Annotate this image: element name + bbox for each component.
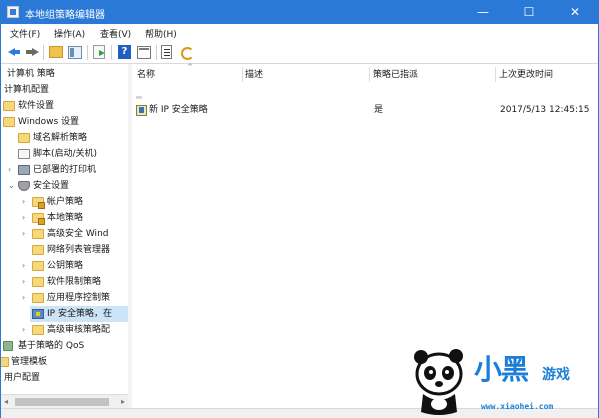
chevron-right-icon[interactable]: › [22, 290, 25, 306]
folder-icon [32, 261, 44, 271]
folder-icon [3, 101, 15, 111]
toolbar-separator [156, 45, 157, 60]
window-title: 本地组策略编辑器 [25, 10, 105, 21]
app-icon [7, 6, 19, 18]
folder-icon [32, 293, 44, 303]
folder-icon [32, 325, 44, 335]
up-folder-icon[interactable] [49, 46, 63, 58]
chevron-right-icon[interactable]: › [22, 274, 25, 290]
column-header-name[interactable]: 名称 [137, 64, 155, 84]
ip-security-icon [32, 309, 44, 319]
forward-arrow-icon[interactable] [24, 44, 40, 60]
site-watermark: 小黑 游戏 www.xiaohei.com [407, 344, 599, 418]
menu-action[interactable]: 操作(A) [54, 27, 85, 40]
policy-name: 新 IP 安全策略 [149, 105, 208, 115]
properties-icon[interactable] [137, 46, 151, 59]
printer-icon [18, 165, 30, 175]
menu-help[interactable]: 帮助(H) [145, 27, 177, 40]
panda-mascot-icon [414, 349, 463, 415]
toolbar-separator [111, 45, 112, 60]
chevron-right-icon[interactable]: › [22, 210, 25, 226]
table-row[interactable]: 新 IP 安全策略 是 2017/5/13 12:45:15 [132, 102, 598, 118]
back-arrow-icon[interactable] [6, 44, 22, 60]
tree-horizontal-scrollbar[interactable]: ◂ ▸ [1, 394, 128, 409]
column-header-last-modified[interactable]: 上次更改时间 [499, 64, 553, 84]
title-bar[interactable]: 本地组策略编辑器 — ☐ ✕ [1, 1, 598, 24]
qos-chart-icon [3, 341, 13, 351]
policy-folder-icon [32, 197, 45, 209]
folder-icon [3, 117, 15, 127]
folder-icon [32, 277, 44, 287]
row-indicator [136, 96, 142, 99]
column-divider[interactable] [242, 67, 243, 82]
close-button[interactable]: ✕ [552, 1, 598, 24]
chevron-right-icon[interactable]: › [22, 226, 25, 242]
toolbar: ? [1, 41, 598, 64]
watermark-url: www.xiaohei.com [481, 402, 554, 411]
menu-file[interactable]: 文件(F) [10, 27, 40, 40]
tree-item-ip-security-policies[interactable]: IP 安全策略，在 [30, 306, 128, 322]
toolbar-separator [87, 45, 88, 60]
minimize-button[interactable]: — [460, 1, 506, 24]
watermark-brand-sub: 游戏 [542, 367, 570, 383]
column-divider[interactable] [495, 67, 496, 82]
show-hide-tree-icon[interactable] [68, 46, 82, 59]
scrollbar-thumb[interactable] [15, 398, 109, 406]
column-header-description[interactable]: 描述 [245, 64, 263, 84]
folder-icon [18, 133, 30, 143]
policy-last-modified: 2017/5/13 12:45:15 [500, 105, 590, 115]
refresh-icon[interactable] [180, 45, 194, 60]
chevron-right-icon[interactable]: › [8, 162, 11, 178]
ip-security-policy-icon [136, 105, 147, 116]
scroll-right-icon[interactable]: ▸ [121, 397, 125, 406]
column-header-assigned[interactable]: 策略已指派 [373, 64, 418, 84]
export-list-icon[interactable] [93, 45, 105, 59]
help-icon[interactable]: ? [118, 45, 131, 59]
security-shield-icon [18, 181, 30, 191]
filter-icon[interactable] [161, 45, 172, 59]
chevron-right-icon[interactable]: › [22, 194, 25, 210]
policy-folder-icon [32, 213, 45, 225]
folder-icon [32, 229, 44, 239]
scroll-left-icon[interactable]: ◂ [4, 397, 8, 406]
chevron-right-icon[interactable]: › [22, 322, 25, 338]
column-divider[interactable] [369, 67, 370, 82]
sort-ascending-icon: ^ [187, 63, 193, 71]
script-document-icon [18, 149, 30, 159]
chevron-down-icon[interactable]: ⌄ [8, 178, 15, 194]
navigation-tree[interactable]: 计算机 策略 计算机配置 软件设置 Windows 设置 域名解析策略 脚本(启… [1, 64, 129, 394]
toolbar-separator [43, 45, 44, 60]
menu-bar: 文件(F) 操作(A) 查看(V) 帮助(H) [1, 24, 598, 41]
policy-assigned: 是 [374, 105, 384, 115]
maximize-button[interactable]: ☐ [506, 1, 552, 24]
folder-icon [1, 357, 9, 367]
watermark-brand: 小黑 [474, 353, 529, 386]
folder-icon [32, 245, 44, 255]
chevron-right-icon[interactable]: › [22, 258, 25, 274]
menu-view[interactable]: 查看(V) [100, 27, 131, 40]
